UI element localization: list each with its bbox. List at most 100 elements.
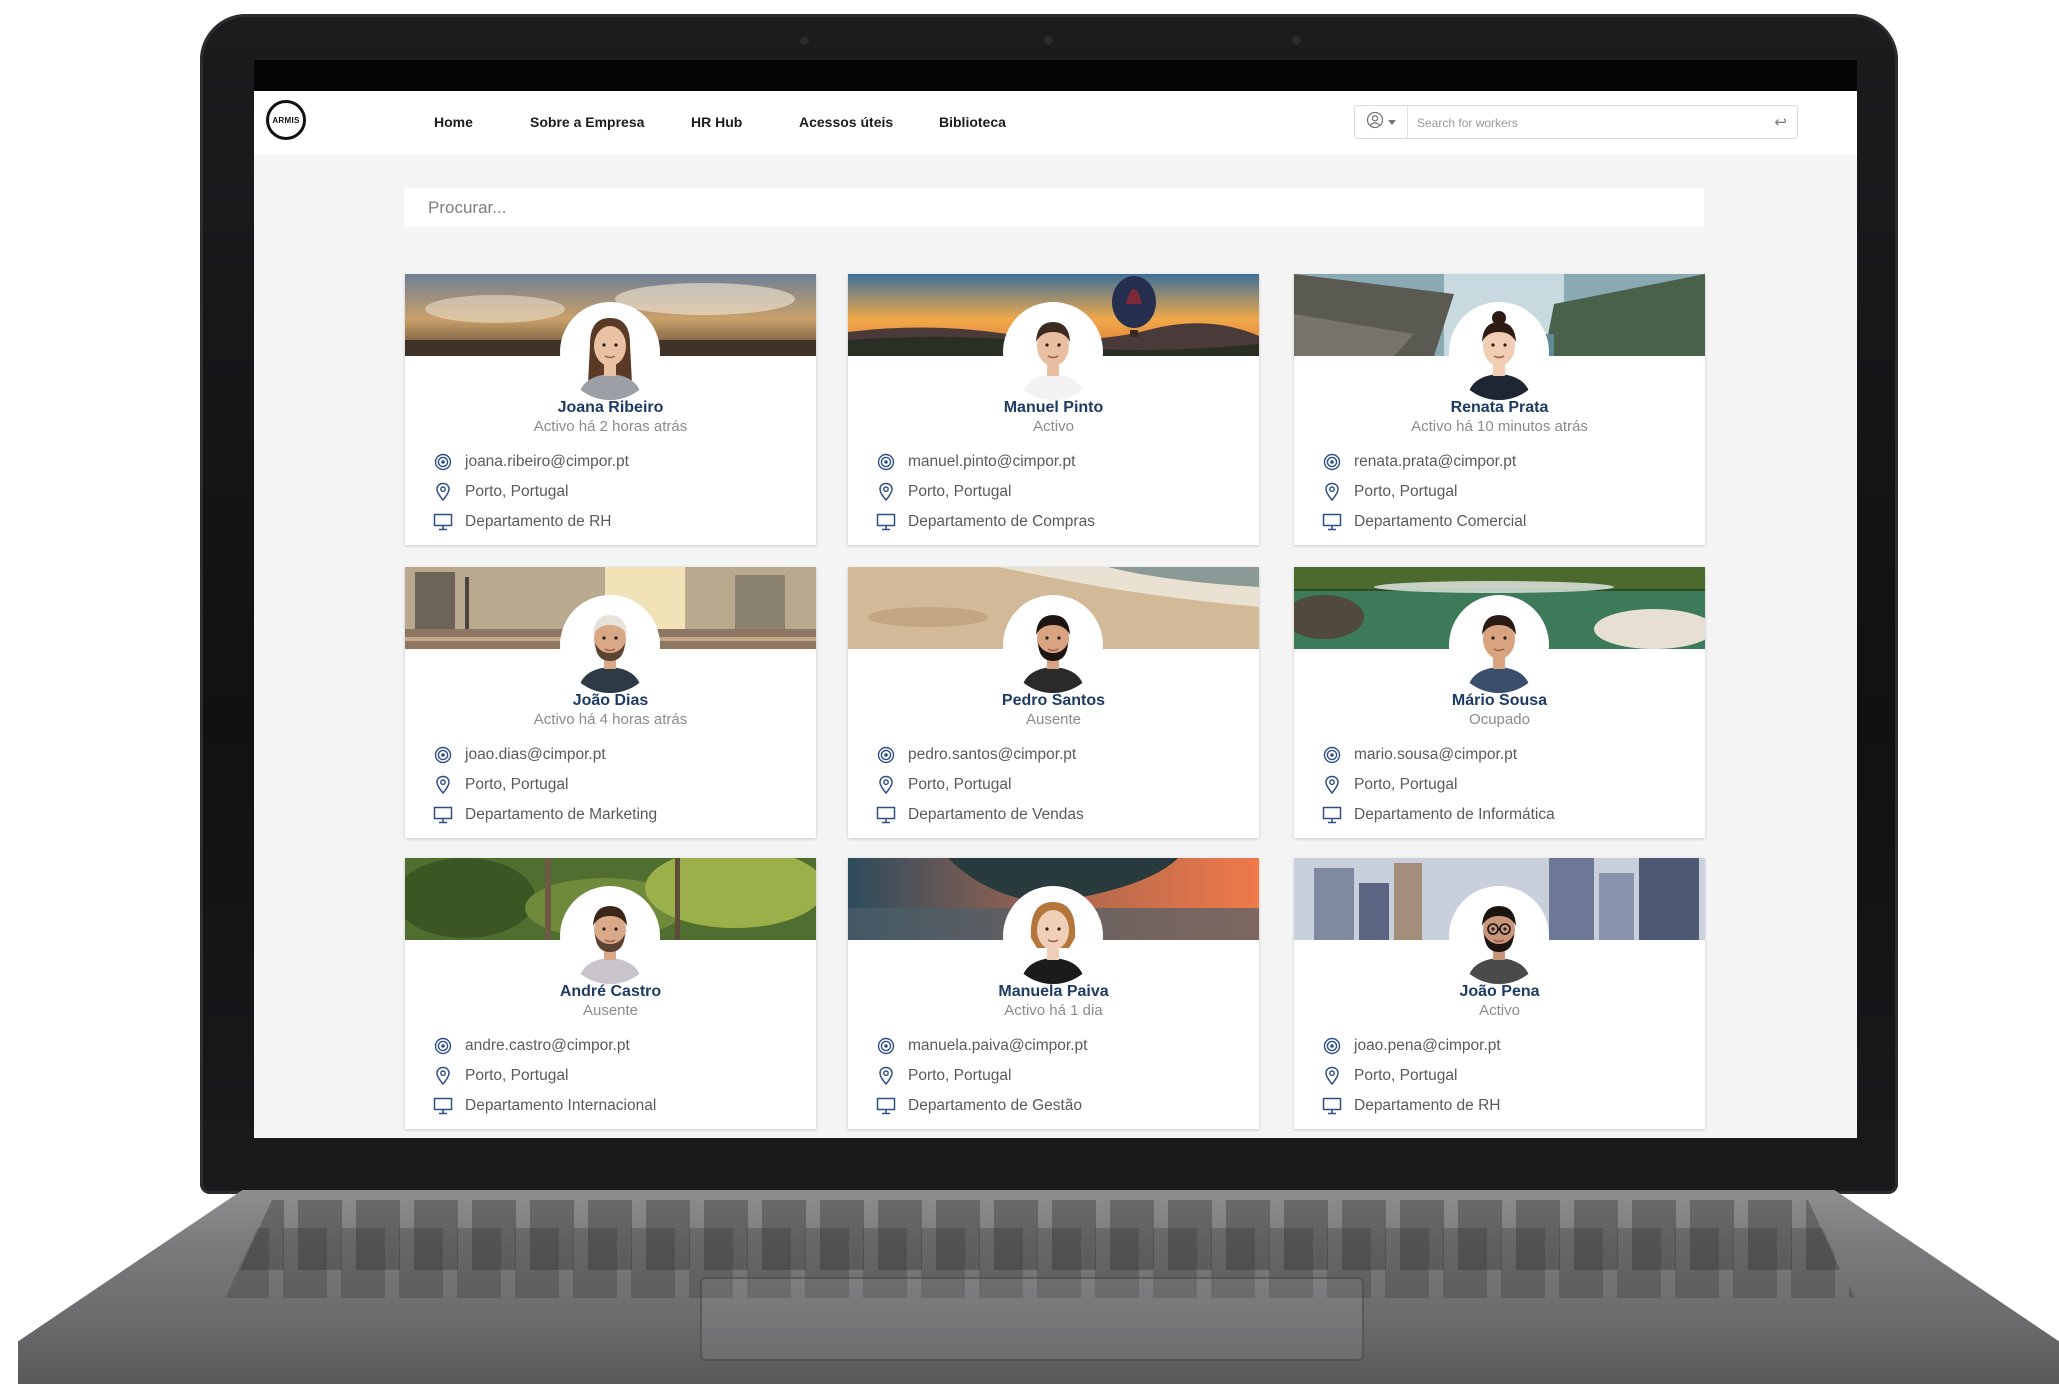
avatar[interactable] [1005, 304, 1101, 400]
email-row[interactable]: joana.ribeiro@cimpor.pt [432, 451, 629, 473]
map-pin-icon [432, 481, 454, 503]
top-navigation: ARMIS Home Sobre a Empresa HR Hub Acesso… [254, 91, 1857, 155]
worker-location: Porto, Portugal [1354, 483, 1458, 500]
worker-department: Departamento de RH [1354, 1097, 1501, 1114]
map-pin-icon [1321, 774, 1343, 796]
nav-hr-hub[interactable]: HR Hub [691, 114, 742, 130]
worker-card[interactable]: Manuela Paiva Activo há 1 dia manuela.paiv… [848, 858, 1259, 1129]
nav-home[interactable]: Home [434, 114, 473, 130]
worker-name[interactable]: Manuel Pinto [848, 399, 1259, 417]
nav-sobre-a-empresa[interactable]: Sobre a Empresa [530, 114, 644, 130]
worker-name[interactable]: João Dias [405, 692, 816, 710]
worker-status: Activo [1033, 418, 1074, 435]
monitor-icon [875, 511, 897, 533]
worker-card[interactable]: Joana Ribeiro Activo há 2 horas atrás joan… [405, 274, 816, 545]
worker-email[interactable]: manuela.paiva@cimpor.pt [908, 1037, 1087, 1055]
worker-name[interactable]: João Pena [1294, 983, 1705, 1001]
department-row: Departamento de Vendas [875, 804, 1084, 826]
worker-card[interactable]: André Castro Ausente andre.castro@cimpor.p… [405, 858, 816, 1129]
worker-location: Porto, Portugal [465, 776, 569, 793]
map-pin-icon [875, 1065, 897, 1087]
email-row[interactable]: renata.prata@cimpor.pt [1321, 451, 1516, 473]
worker-name[interactable]: Joana Ribeiro [405, 399, 816, 417]
worker-department: Departamento de Informática [1354, 806, 1555, 823]
worker-location: Porto, Portugal [1354, 1067, 1458, 1084]
location-row: Porto, Portugal [1321, 481, 1457, 503]
enter-arrow-icon[interactable]: ↩ [1774, 113, 1787, 131]
worker-card[interactable]: Manuel Pinto Activo manuel.pinto@cimpor.pt… [848, 274, 1259, 545]
monitor-icon [432, 804, 454, 826]
map-pin-icon [432, 774, 454, 796]
worker-email[interactable]: joao.pena@cimpor.pt [1354, 1037, 1501, 1055]
worker-card[interactable]: Renata Prata Activo há 10 minutos atrás re… [1294, 274, 1705, 545]
map-pin-icon [875, 774, 897, 796]
worker-email[interactable]: andre.castro@cimpor.pt [465, 1037, 630, 1055]
worker-card[interactable]: João Dias Activo há 4 horas atrás joao.dia… [405, 567, 816, 838]
location-row: Porto, Portugal [1321, 774, 1457, 796]
avatar[interactable] [1451, 304, 1547, 400]
worker-location: Porto, Portugal [908, 483, 1012, 500]
worker-name[interactable]: Renata Prata [1294, 399, 1705, 417]
worker-card[interactable]: João Pena Activo joao.pena@cimpor.pt Porto,… [1294, 858, 1705, 1129]
department-row: Departamento de Gestão [875, 1095, 1082, 1117]
email-row[interactable]: andre.castro@cimpor.pt [432, 1035, 630, 1057]
worker-card[interactable]: Mário Sousa Ocupado mario.sousa@cimpor.pt P… [1294, 567, 1705, 838]
avatar[interactable] [1451, 597, 1547, 693]
avatar[interactable] [562, 304, 658, 400]
monitor-icon [1321, 1095, 1343, 1117]
monitor-icon [432, 1095, 454, 1117]
worker-email[interactable]: manuel.pinto@cimpor.pt [908, 453, 1075, 471]
location-row: Porto, Portugal [875, 774, 1011, 796]
nav-biblioteca[interactable]: Biblioteca [939, 114, 1006, 130]
avatar[interactable] [1005, 888, 1101, 984]
department-row: Departamento de Informática [1321, 804, 1555, 826]
department-row: Departamento de RH [1321, 1095, 1500, 1117]
worker-name[interactable]: Pedro Santos [848, 692, 1259, 710]
worker-location: Porto, Portugal [1354, 776, 1458, 793]
department-row: Departamento Comercial [1321, 511, 1526, 533]
worker-department: Departamento Internacional [465, 1097, 657, 1114]
worker-name[interactable]: André Castro [405, 983, 816, 1001]
worker-status: Ocupado [1469, 711, 1530, 728]
department-row: Departamento de Marketing [432, 804, 657, 826]
worker-card[interactable]: Pedro Santos Ausente pedro.santos@cimpor.p… [848, 567, 1259, 838]
worker-email[interactable]: mario.sousa@cimpor.pt [1354, 746, 1517, 764]
sensor-dot [800, 36, 809, 45]
email-row[interactable]: pedro.santos@cimpor.pt [875, 744, 1076, 766]
worker-email[interactable]: renata.prata@cimpor.pt [1354, 453, 1516, 471]
worker-email[interactable]: pedro.santos@cimpor.pt [908, 746, 1076, 764]
location-row: Porto, Portugal [1321, 1065, 1457, 1087]
nav-acessos-uteis[interactable]: Acessos úteis [799, 114, 893, 130]
email-row[interactable]: manuel.pinto@cimpor.pt [875, 451, 1075, 473]
email-row[interactable]: mario.sousa@cimpor.pt [1321, 744, 1517, 766]
at-sign-icon [875, 744, 897, 766]
worker-status: Ausente [1025, 711, 1082, 728]
worker-name[interactable]: Manuela Paiva [848, 983, 1259, 1001]
email-row[interactable]: joao.dias@cimpor.pt [432, 744, 606, 766]
worker-department: Departamento de Vendas [908, 806, 1084, 823]
map-pin-icon [432, 1065, 454, 1087]
trackpad [700, 1277, 1364, 1361]
email-row[interactable]: joao.pena@cimpor.pt [1321, 1035, 1501, 1057]
worker-location: Porto, Portugal [465, 483, 569, 500]
worker-name[interactable]: Mário Sousa [1294, 692, 1705, 710]
camera-dot [1044, 36, 1053, 45]
avatar[interactable] [1005, 597, 1101, 693]
worker-email[interactable]: joana.ribeiro@cimpor.pt [465, 453, 629, 471]
avatar[interactable] [562, 597, 658, 693]
email-row[interactable]: manuela.paiva@cimpor.pt [875, 1035, 1087, 1057]
worker-status: Activo [1479, 1002, 1520, 1019]
worker-department: Departamento de Compras [908, 513, 1095, 530]
user-dropdown[interactable] [1355, 106, 1408, 138]
worker-location: Porto, Portugal [908, 1067, 1012, 1084]
at-sign-icon [432, 451, 454, 473]
location-row: Porto, Portugal [875, 1065, 1011, 1087]
worker-email[interactable]: joao.dias@cimpor.pt [465, 746, 606, 764]
main-search-input[interactable] [404, 188, 1704, 227]
worker-search-input[interactable] [1415, 106, 1759, 140]
logo[interactable]: ARMIS [266, 100, 306, 140]
avatar[interactable] [1451, 888, 1547, 984]
department-row: Departamento de RH [432, 511, 611, 533]
screen-top-bezel [254, 60, 1857, 91]
avatar[interactable] [562, 888, 658, 984]
